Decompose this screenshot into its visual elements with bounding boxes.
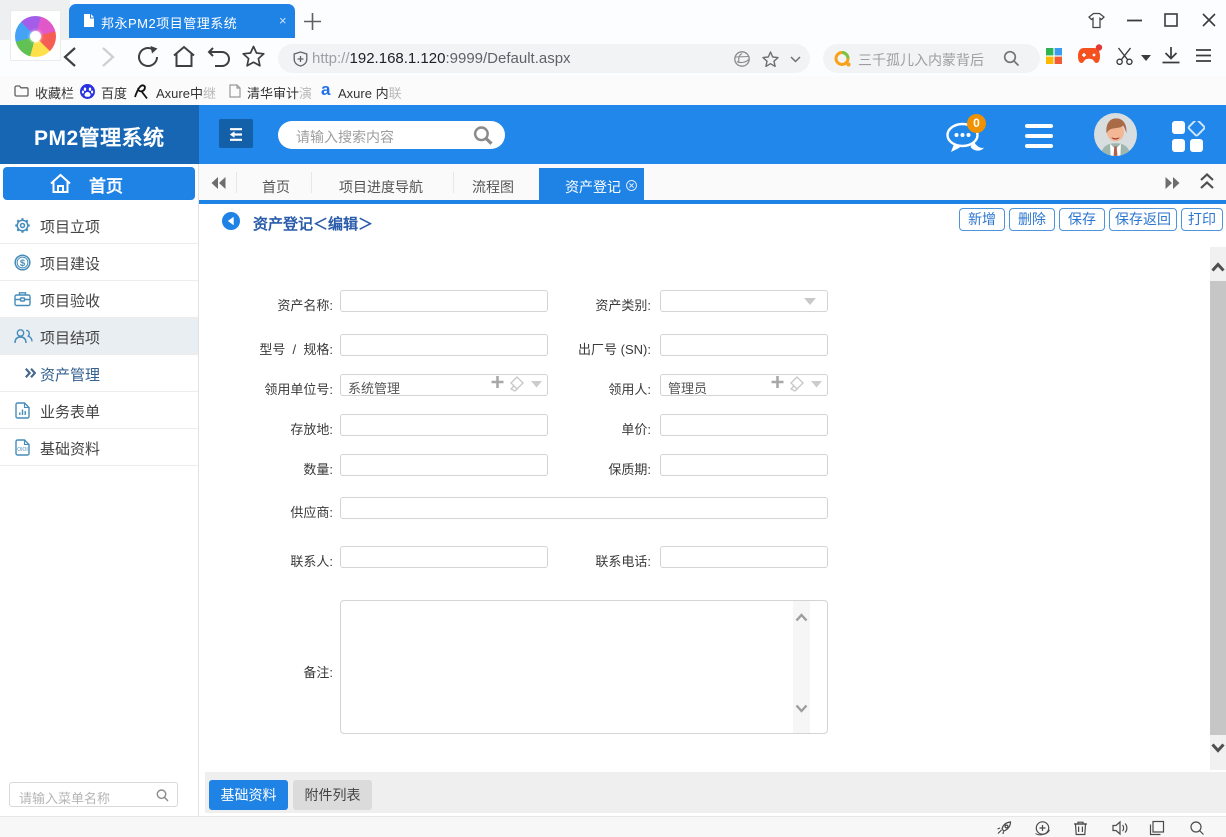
- svg-text:OIOI: OIOI: [17, 447, 28, 453]
- svg-text:$: $: [20, 258, 26, 269]
